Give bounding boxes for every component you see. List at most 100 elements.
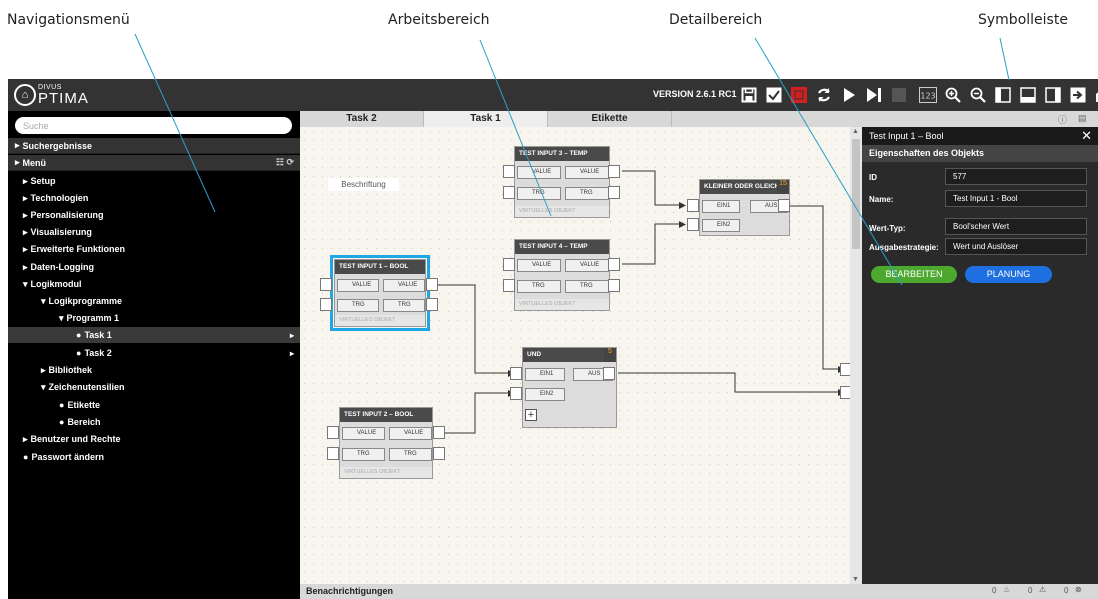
nav-label: Technologien	[30, 193, 89, 203]
input-pin[interactable]	[687, 218, 699, 231]
output-pin[interactable]	[608, 258, 620, 271]
nav-menu[interactable]: ▸ Menü ☷ ⟳	[8, 155, 300, 171]
gate-title: UND	[523, 348, 616, 362]
input-pin[interactable]	[320, 278, 332, 291]
search-input[interactable]: Suche	[15, 117, 292, 134]
nav-item-technologien[interactable]: ▸ Technologien	[8, 190, 300, 206]
output-pin[interactable]	[778, 199, 790, 212]
tab-task-2[interactable]: Task 2	[300, 111, 424, 127]
delete-icon[interactable]	[787, 82, 811, 108]
logic-block-selected[interactable]: TEST INPUT 1 – BOOL VALUE VALUE TRG TRG …	[330, 255, 430, 331]
workspace-canvas[interactable]: Beschriftung TEST INPUT 3 – TEMP VALUE V…	[300, 127, 850, 584]
panel-left-icon[interactable]	[991, 82, 1015, 108]
tab-task-1[interactable]: Task 1	[424, 111, 548, 127]
nav-item-task-1[interactable]: ● Task 1 ▸	[8, 327, 300, 343]
nav-item-bibliothek[interactable]: ▸ Bibliothek	[8, 362, 300, 378]
nav-item-etikette[interactable]: ● Etikette	[8, 397, 300, 413]
input-pin[interactable]	[503, 186, 515, 199]
notifications-bar[interactable]: Benachrichtigungen	[300, 584, 862, 599]
input-pin[interactable]	[510, 367, 522, 380]
input-pin[interactable]	[503, 165, 515, 178]
input-pin[interactable]	[510, 387, 522, 400]
add-input-button[interactable]: +	[525, 409, 537, 421]
block-input: TRG	[517, 280, 561, 293]
nav-item-logikprogramme[interactable]: ▾ Logikprogramme	[8, 293, 300, 309]
scroll-up-icon[interactable]: ▲	[852, 128, 859, 135]
panel-bottom-icon[interactable]	[1016, 82, 1040, 108]
annotation-workspace: Arbeitsbereich	[388, 12, 490, 28]
logic-block[interactable]: TEST INPUT 3 – TEMP VALUE VALUE TRG TRG …	[514, 146, 610, 218]
logo: ⌂ DIVUS PTIMA	[14, 84, 89, 106]
prop-label-output-strategy: Ausgabestrategie:	[869, 243, 939, 252]
annotation-toolbar: Symbolleiste	[978, 12, 1068, 28]
scroll-thumb[interactable]	[852, 139, 860, 249]
output-pin[interactable]	[426, 278, 438, 291]
output-pin[interactable]	[608, 186, 620, 199]
play-icon[interactable]	[837, 82, 861, 108]
prop-value-name[interactable]: Test Input 1 - Bool	[945, 190, 1087, 207]
nav-item-logikmodul[interactable]: ▾ Logikmodul	[8, 276, 300, 292]
triangle-right-icon: ▸	[15, 140, 20, 150]
nav-item-programm-1[interactable]: ▾ Programm 1	[8, 310, 300, 326]
input-pin[interactable]	[327, 426, 339, 439]
zoom-in-icon[interactable]	[941, 82, 965, 108]
zoom-out-icon[interactable]	[966, 82, 990, 108]
logic-gate-compare[interactable]: KLEINER ODER GLEICH 15 EIN1 AUS EIN2	[699, 179, 790, 236]
refresh-icon[interactable]	[812, 82, 836, 108]
prop-value-output-strategy[interactable]: Wert und Auslöser	[945, 238, 1087, 255]
planning-button[interactable]: PLANUNG	[965, 266, 1052, 283]
prop-value-value-type[interactable]: Bool'scher Wert	[945, 218, 1087, 235]
home-icon[interactable]	[1091, 82, 1098, 108]
input-pin[interactable]	[503, 279, 515, 292]
output-pin[interactable]	[603, 367, 615, 380]
logic-gate-and[interactable]: UND 5 EIN1 AUS EIN2 +	[522, 347, 617, 428]
nav-item-erweiterte-funktionen[interactable]: ▸ Erweiterte Funktionen	[8, 241, 300, 257]
numbers-icon[interactable]: 123	[916, 82, 940, 108]
input-pin[interactable]	[503, 258, 515, 271]
nav-item-passwort-aendern[interactable]: ● Passwort ändern	[8, 449, 300, 465]
logic-block[interactable]: TEST INPUT 4 – TEMP VALUE VALUE TRG TRG …	[514, 239, 610, 311]
output-pin[interactable]	[433, 426, 445, 439]
edit-button[interactable]: BEARBEITEN	[871, 266, 957, 283]
output-pin[interactable]	[426, 298, 438, 311]
scroll-down-icon[interactable]: ▼	[852, 576, 859, 583]
step-icon[interactable]	[862, 82, 886, 108]
nav-item-zeichenutensilien[interactable]: ▾ Zeichenutensilien	[8, 379, 300, 395]
nav-item-personalisierung[interactable]: ▸ Personalisierung	[8, 207, 300, 223]
export-icon[interactable]	[1066, 82, 1090, 108]
panel-right-icon[interactable]	[1041, 82, 1065, 108]
tab-etikette[interactable]: Etikette	[548, 111, 672, 127]
close-icon[interactable]: ✕	[1081, 127, 1092, 145]
nav-item-setup[interactable]: ▸ Setup	[8, 173, 300, 189]
output-pin[interactable]	[840, 386, 850, 399]
workspace-scrollbar[interactable]: ▲ ▼	[850, 127, 862, 584]
detail-section-title: Eigenschaften des Objekts	[862, 145, 1098, 162]
input-pin[interactable]	[327, 447, 339, 460]
stop-icon[interactable]	[887, 82, 911, 108]
output-pin[interactable]	[433, 447, 445, 460]
input-pin[interactable]	[320, 298, 332, 311]
save-icon[interactable]	[737, 82, 761, 108]
output-pin[interactable]	[608, 279, 620, 292]
info-icon[interactable]: ⓘ	[1058, 113, 1067, 126]
nav-search-results[interactable]: ▸ Suchergebnisse	[8, 138, 300, 154]
label-box[interactable]: Beschriftung	[328, 178, 399, 191]
logic-block[interactable]: TEST INPUT 2 – BOOL VALUE VALUE TRG TRG …	[339, 407, 433, 479]
prop-value-id[interactable]: 577	[945, 168, 1087, 185]
block-input: VALUE	[337, 279, 379, 292]
menu-tools-icon[interactable]: ☷ ⟳	[276, 157, 294, 168]
book-icon[interactable]: ▤	[1078, 113, 1087, 124]
nav-search-results-label: Suchergebnisse	[22, 140, 93, 151]
block-output: TRG	[389, 448, 432, 461]
input-pin[interactable]	[687, 199, 699, 212]
output-pin[interactable]	[608, 165, 620, 178]
nav-item-daten-logging[interactable]: ▸ Daten-Logging	[8, 259, 300, 275]
nav-item-bereich[interactable]: ● Bereich	[8, 414, 300, 430]
nav-item-benutzer-und-rechte[interactable]: ▸ Benutzer und Rechte	[8, 431, 300, 447]
block-footer: VIRTUELLES OBJEKT	[515, 299, 609, 310]
nav-item-task-2[interactable]: ● Task 2 ▸	[8, 345, 300, 361]
nav-item-visualisierung[interactable]: ▸ Visualisierung	[8, 224, 300, 240]
output-pin[interactable]	[840, 363, 850, 376]
import-icon[interactable]	[762, 82, 786, 108]
block-input: VALUE	[517, 166, 561, 179]
